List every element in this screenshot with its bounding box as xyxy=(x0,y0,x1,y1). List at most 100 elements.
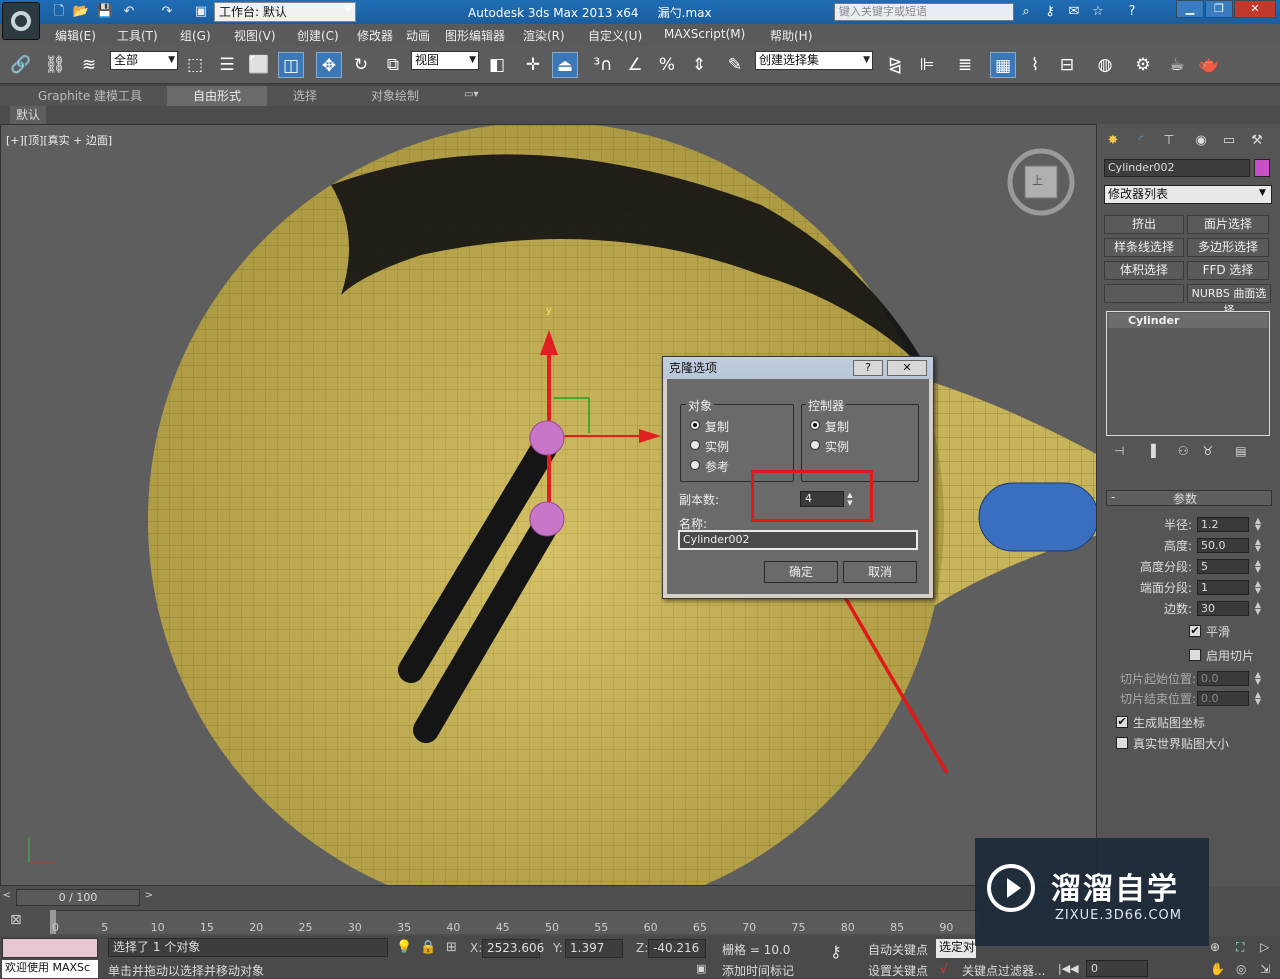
goto-start-icon[interactable]: |◀◀ xyxy=(1058,962,1079,975)
gen-mapping-checkbox[interactable]: ✔ xyxy=(1116,716,1128,728)
maximize-viewport-icon[interactable]: ⇲ xyxy=(1260,962,1270,976)
rollout-collapse-icon[interactable]: - xyxy=(1111,490,1115,504)
slice-from-input[interactable]: 0.0 xyxy=(1197,671,1249,686)
volume-select-button[interactable]: 体积选择 xyxy=(1104,261,1184,280)
show-end-result-icon[interactable]: ▐ xyxy=(1146,444,1155,458)
bind-spacewarp-icon[interactable]: ≋ xyxy=(76,52,102,78)
utilities-tab-icon[interactable]: ⚒ xyxy=(1246,131,1268,151)
spline-select-button[interactable]: 样条线选择 xyxy=(1104,238,1184,257)
pin-stack-icon[interactable]: ⊣ xyxy=(1114,444,1124,458)
select-scale-icon[interactable]: ⧉ xyxy=(380,52,406,78)
menu-customize[interactable]: 自定义(U) xyxy=(588,27,642,44)
height-spinner[interactable]: ▲ ▼ xyxy=(1253,538,1263,553)
stack-item-cylinder[interactable]: Cylinder xyxy=(1108,313,1268,328)
select-object-icon[interactable]: ⬚ xyxy=(182,52,208,78)
snaps-toggle-icon[interactable]: ³∩ xyxy=(590,52,616,78)
select-by-name-icon[interactable]: ☰ xyxy=(214,52,240,78)
slice-to-spinner[interactable]: ▲ ▼ xyxy=(1253,691,1263,706)
key-filters-icon[interactable]: √ xyxy=(940,962,948,976)
make-unique-icon[interactable]: ⚇ xyxy=(1178,444,1189,458)
layer-manager-icon[interactable]: ≣ xyxy=(952,52,978,78)
isolate-icon[interactable]: 💡 xyxy=(396,940,412,955)
menu-create[interactable]: 创建(C) xyxy=(297,27,339,44)
menu-group[interactable]: 组(G) xyxy=(180,27,211,44)
selection-filter-dropdown[interactable]: 全部 xyxy=(110,51,178,70)
zoom-icon[interactable]: ⊕ xyxy=(1210,940,1220,954)
empty-modifier-button[interactable] xyxy=(1104,284,1184,303)
spinner-snap-icon[interactable]: ⇕ xyxy=(686,52,712,78)
poly-select-button[interactable]: 多边形选择 xyxy=(1187,238,1269,257)
viewport-label[interactable]: [+][顶][真实 + 边面] xyxy=(6,132,112,148)
auto-key-button[interactable]: 自动关键点 xyxy=(868,941,928,958)
minimize-button[interactable]: ▁ xyxy=(1176,0,1204,18)
workspace-chevron-icon[interactable]: ▼ xyxy=(344,4,352,15)
y-coord-input[interactable]: 1.397 xyxy=(565,939,623,958)
radius-spinner[interactable]: ▲ ▼ xyxy=(1253,517,1263,532)
height-input[interactable]: 50.0 xyxy=(1197,538,1249,553)
cap-segs-input[interactable]: 1 xyxy=(1197,580,1249,595)
modifier-list-dropdown[interactable]: 修改器列表 xyxy=(1104,185,1272,204)
controller-instance-label[interactable]: 实例 xyxy=(825,438,849,455)
ref-coord-dropdown[interactable]: 视图 xyxy=(411,51,479,70)
communication-icon[interactable]: ✉ xyxy=(1064,3,1084,21)
pan-icon[interactable]: ✋ xyxy=(1210,962,1225,976)
menu-help[interactable]: 帮助(H) xyxy=(770,27,812,44)
create-tab-icon[interactable]: ✸ xyxy=(1102,131,1124,151)
select-rotate-icon[interactable]: ↻ xyxy=(348,52,374,78)
pivot-center-icon[interactable]: ◧ xyxy=(484,52,510,78)
z-coord-input[interactable]: -40.216 xyxy=(648,939,706,958)
set-key-button[interactable]: 设置关键点 xyxy=(868,962,928,979)
object-instance-radio[interactable] xyxy=(690,440,700,450)
key-selection-dropdown[interactable]: 选定对 xyxy=(936,939,976,958)
rendered-frame-icon[interactable]: ☕ xyxy=(1164,52,1190,78)
percent-snap-icon[interactable]: % xyxy=(654,52,680,78)
motion-tab-icon[interactable]: ◉ xyxy=(1190,131,1212,151)
menu-tools[interactable]: 工具(T) xyxy=(117,27,158,44)
gen-mapping-label[interactable]: 生成贴图坐标 xyxy=(1133,714,1205,731)
open-file-icon[interactable]: 📂 xyxy=(72,3,90,21)
name-input[interactable]: Cylinder002 xyxy=(678,530,918,550)
close-button[interactable]: ✕ xyxy=(1234,0,1276,18)
object-color-swatch[interactable] xyxy=(1254,159,1270,177)
absolute-mode-icon[interactable]: ⊞ xyxy=(446,940,457,955)
orbit-icon[interactable]: ◎ xyxy=(1236,962,1246,976)
maxscript-listener-pink[interactable] xyxy=(2,938,98,958)
hierarchy-tab-icon[interactable]: ⊤ xyxy=(1158,131,1180,151)
height-segs-input[interactable]: 5 xyxy=(1197,559,1249,574)
tab-graphite[interactable]: Graphite 建模工具 xyxy=(30,86,150,106)
controller-instance-radio[interactable] xyxy=(810,440,820,450)
menu-animation[interactable]: 动画 xyxy=(406,27,430,44)
object-name-field[interactable]: Cylinder002 xyxy=(1104,159,1250,177)
object-instance-label[interactable]: 实例 xyxy=(705,438,729,455)
time-tag-icon[interactable]: ▣ xyxy=(696,962,712,976)
time-next-icon[interactable]: > xyxy=(142,890,156,906)
edit-named-selection-icon[interactable]: ✎ xyxy=(722,52,748,78)
named-selection-dropdown[interactable]: 创建选择集 xyxy=(755,51,873,70)
search-input[interactable]: 键入关键字或短语 xyxy=(834,3,1014,21)
material-editor-icon[interactable]: ◍ xyxy=(1092,52,1118,78)
object-copy-radio[interactable] xyxy=(690,420,700,430)
curve-editor-icon[interactable]: ⌇ xyxy=(1022,52,1048,78)
tab-freeform[interactable]: 自由形式 xyxy=(167,86,267,106)
menu-rendering[interactable]: 渲染(R) xyxy=(523,27,565,44)
configure-sets-icon[interactable]: ▤ xyxy=(1235,444,1246,458)
select-manipulate-icon[interactable]: ✛ xyxy=(520,52,546,78)
x-coord-input[interactable]: 2523.606 xyxy=(482,939,544,958)
time-slider[interactable]: 0 / 100 xyxy=(16,889,140,906)
angle-snap-icon[interactable]: ∠ xyxy=(622,52,648,78)
zoom-extents-icon[interactable]: ⛶ xyxy=(1236,940,1244,955)
current-frame-input[interactable]: 0 xyxy=(1086,960,1148,977)
track-bar-icon[interactable]: ⊠ xyxy=(10,912,36,932)
lock-icon[interactable]: 🔒 xyxy=(420,940,436,955)
cancel-button[interactable]: 取消 xyxy=(843,561,917,583)
patch-select-button[interactable]: 面片选择 xyxy=(1187,215,1269,234)
smooth-label[interactable]: 平滑 xyxy=(1206,623,1230,640)
unlink-icon[interactable]: ⛓ xyxy=(42,52,68,78)
slice-to-input[interactable]: 0.0 xyxy=(1197,691,1249,706)
redo-icon[interactable]: ↷ xyxy=(158,3,176,21)
modifier-list-chevron-icon[interactable]: ▼ xyxy=(1259,188,1266,198)
slice-on-label[interactable]: 启用切片 xyxy=(1206,647,1254,664)
render-production-icon[interactable]: 🫖 xyxy=(1196,52,1222,78)
maximize-button[interactable]: ❐ xyxy=(1205,0,1233,18)
menu-modifiers[interactable]: 修改器 xyxy=(357,27,393,44)
